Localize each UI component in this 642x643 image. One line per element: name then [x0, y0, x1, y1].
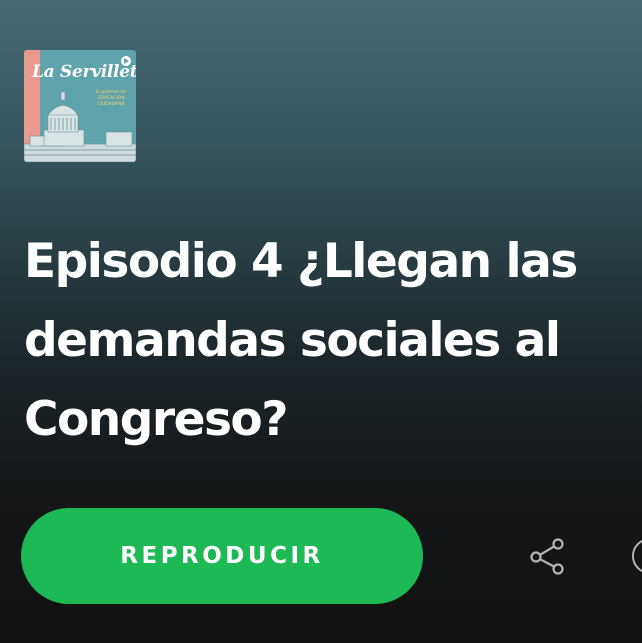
- podcast-badge-icon: [121, 56, 131, 66]
- share-icon[interactable]: [528, 536, 568, 576]
- more-options-icon[interactable]: [632, 538, 642, 574]
- play-button[interactable]: REPRODUCIR: [21, 508, 423, 604]
- podcast-cover[interactable]: La Servilleta El podcast de EDUCACIÓN CI…: [24, 50, 136, 162]
- cover-title: La Servilleta: [32, 62, 136, 82]
- episode-title: Episodio 4 ¿Llegan las demandas sociales…: [24, 234, 578, 447]
- cover-subtitle: El podcast de EDUCACIÓN CIUDADANA: [95, 90, 127, 107]
